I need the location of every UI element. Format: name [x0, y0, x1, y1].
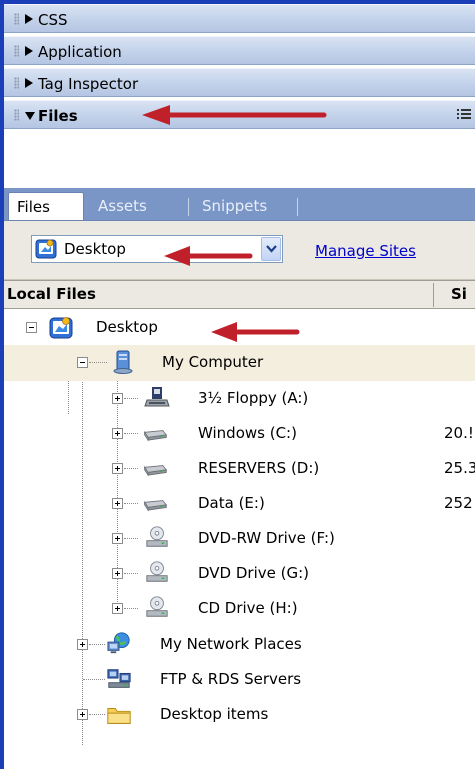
tree-item-dvd-rw-f[interactable]: DVD-RW Drive (F:) — [4, 521, 475, 557]
annotation-arrow-site — [164, 246, 253, 266]
hard-drive-icon — [143, 430, 168, 442]
expand-arrow-icon — [25, 78, 33, 88]
chevron-down-icon — [266, 245, 277, 253]
tree-guide-line — [124, 468, 138, 469]
expand-toggle[interactable] — [112, 463, 123, 474]
tree-guide-line — [89, 362, 107, 363]
expand-toggle[interactable] — [112, 603, 123, 614]
ftp-servers-icon — [107, 669, 131, 688]
panel-application-header[interactable]: Application — [4, 36, 475, 65]
site-value: Desktop — [64, 240, 126, 258]
tab-assets[interactable]: Assets — [90, 192, 155, 220]
tree-item-ftp-rds-servers[interactable]: FTP & RDS Servers — [4, 662, 475, 698]
panel-css-header[interactable]: CSS — [4, 4, 475, 33]
tree-item-size: 25.3 — [444, 459, 475, 477]
collapse-toggle[interactable] — [26, 322, 37, 333]
panel-title: Application — [38, 43, 122, 61]
tree-item-label: My Computer — [162, 353, 264, 371]
expand-arrow-icon — [25, 14, 33, 24]
tree-item-my-computer[interactable]: My Computer — [4, 345, 475, 381]
tree-item-size: 252 — [444, 494, 473, 512]
cd-drive-icon — [146, 561, 168, 582]
tree-guide-line — [124, 608, 138, 609]
cd-drive-icon — [146, 526, 168, 547]
tree-item-label: DVD Drive (G:) — [198, 564, 310, 582]
tree-item-desktop-items[interactable]: Desktop items — [4, 697, 475, 733]
expand-toggle[interactable] — [112, 498, 123, 509]
tree-item-floppy[interactable]: 3½ Floppy (A:) — [4, 381, 475, 417]
tree-item-label: Desktop — [96, 318, 158, 336]
tab-snippets[interactable]: Snippets — [194, 192, 275, 220]
hard-drive-icon — [143, 500, 168, 512]
tree-item-windows-c[interactable]: Windows (C:) 20.! — [4, 416, 475, 452]
expand-arrow-icon — [25, 46, 33, 56]
computer-icon — [113, 350, 133, 374]
expand-toggle[interactable] — [112, 568, 123, 579]
grip-icon[interactable] — [14, 45, 19, 57]
tree-guide-line — [124, 538, 138, 539]
tab-divider — [188, 198, 189, 216]
expand-toggle[interactable] — [112, 393, 123, 404]
panel-title: CSS — [38, 11, 68, 29]
column-size[interactable]: Si — [451, 285, 467, 303]
tree-item-label: 3½ Floppy (A:) — [198, 389, 309, 407]
grip-icon[interactable] — [14, 77, 19, 89]
files-tab-bar: Files Assets Snippets — [4, 188, 475, 221]
panel-title: Tag Inspector — [38, 75, 139, 93]
annotation-arrow-files — [142, 105, 327, 125]
tree-item-label: CD Drive (H:) — [198, 599, 298, 617]
tree-item-label: Desktop items — [160, 705, 269, 723]
tree-item-my-network-places[interactable]: My Network Places — [4, 627, 475, 663]
tree-item-dvd-g[interactable]: DVD Drive (G:) — [4, 556, 475, 592]
tree-guide-line — [124, 573, 138, 574]
panel-options-icon[interactable] — [457, 108, 471, 120]
panel-title: Files — [38, 107, 78, 125]
hard-drive-icon — [143, 465, 168, 477]
file-list-header: Local Files Si — [4, 280, 475, 309]
collapse-arrow-icon — [25, 112, 35, 120]
tree-guide-line — [89, 644, 105, 645]
panel-tag-inspector-header[interactable]: Tag Inspector — [4, 68, 475, 97]
column-divider[interactable] — [433, 283, 434, 307]
tree-item-data-e[interactable]: Data (E:) 252 — [4, 486, 475, 522]
annotation-arrow-desktop — [211, 322, 300, 342]
file-tree: Desktop My Computer 3½ Floppy (A:) Windo… — [4, 310, 475, 769]
network-places-icon — [107, 632, 130, 654]
dropdown-button[interactable] — [261, 237, 281, 261]
tree-item-size: 20.! — [444, 424, 474, 442]
tree-item-label: Windows (C:) — [198, 424, 297, 442]
manage-sites-link[interactable]: Manage Sites — [315, 242, 416, 260]
expand-toggle[interactable] — [112, 533, 123, 544]
folder-icon — [107, 708, 131, 724]
tab-files[interactable]: Files — [8, 192, 84, 220]
tree-guide-line — [89, 714, 105, 715]
expand-toggle[interactable] — [112, 428, 123, 439]
grip-icon[interactable] — [14, 109, 19, 121]
grip-icon[interactable] — [14, 13, 19, 25]
tree-item-reservers-d[interactable]: RESERVERS (D:) 25.3 — [4, 451, 475, 487]
tree-guide-line — [124, 398, 138, 399]
tab-divider — [297, 198, 298, 216]
tree-item-label: My Network Places — [160, 635, 302, 653]
tree-item-label: DVD-RW Drive (F:) — [198, 529, 335, 547]
desktop-icon — [49, 317, 73, 339]
expand-toggle[interactable] — [77, 709, 88, 720]
tree-guide-line — [83, 679, 105, 680]
cd-drive-icon — [146, 596, 168, 617]
tree-guide-line — [124, 433, 138, 434]
files-panel-window: CSS Application Tag Inspector Files File… — [0, 0, 475, 769]
tree-item-label: FTP & RDS Servers — [160, 670, 302, 688]
column-local-files[interactable]: Local Files — [7, 285, 96, 303]
floppy-drive-icon — [144, 387, 170, 407]
desktop-icon — [35, 239, 57, 259]
tree-item-label: Data (E:) — [198, 494, 265, 512]
tree-item-cd-h[interactable]: CD Drive (H:) — [4, 591, 475, 627]
collapse-toggle[interactable] — [77, 357, 88, 368]
expand-toggle[interactable] — [77, 639, 88, 650]
tree-item-label: RESERVERS (D:) — [198, 459, 320, 477]
tree-guide-line — [124, 503, 138, 504]
